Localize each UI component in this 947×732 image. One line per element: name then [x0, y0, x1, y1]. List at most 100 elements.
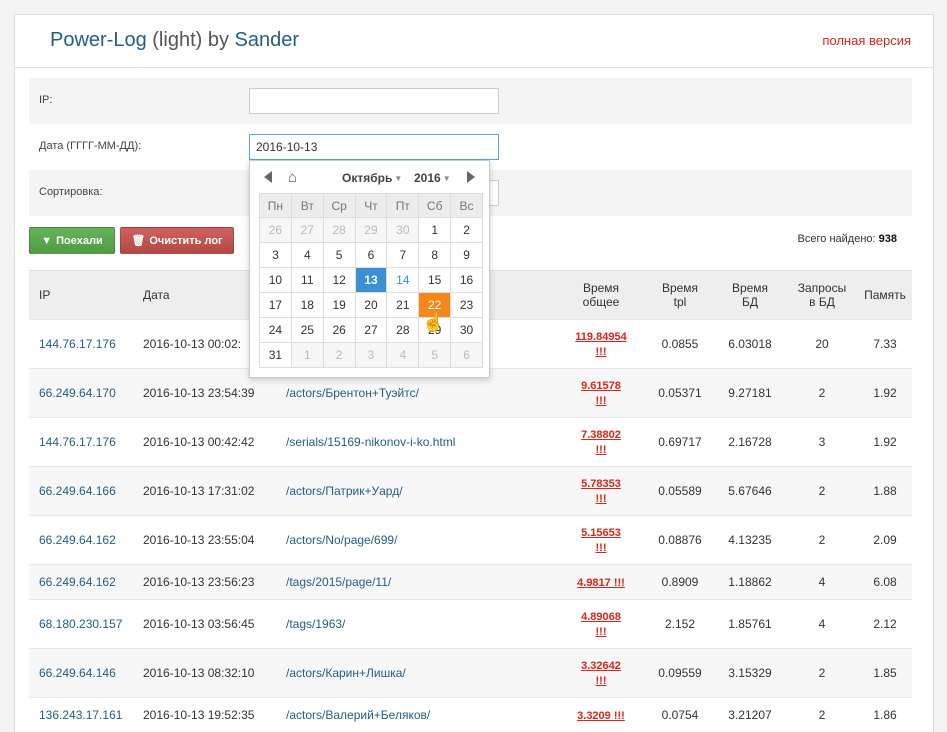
calendar-day[interactable]: 6 — [450, 342, 483, 368]
calendar-day[interactable]: 4 — [386, 342, 420, 368]
col-memory[interactable]: Память — [858, 270, 912, 320]
calendar-day[interactable]: 24 — [259, 317, 292, 343]
tpl-time-cell: 0.05371 — [646, 368, 714, 418]
url-link[interactable]: /tags/2015/page/11/ — [286, 575, 391, 589]
col-queries[interactable]: Запросы в БД — [786, 270, 858, 320]
total-time-link[interactable]: 119.84954!!! — [575, 331, 626, 358]
calendar-day[interactable]: 1 — [290, 342, 324, 368]
col-total-time[interactable]: Время общее — [556, 270, 646, 320]
year-select[interactable]: 2016 ▼ — [414, 171, 451, 185]
next-month-icon[interactable] — [467, 171, 475, 183]
url-link[interactable]: /actors/No/page/699/ — [286, 533, 397, 547]
calendar-day[interactable]: 25 — [290, 317, 324, 343]
clear-button-label: Очистить лог — [149, 234, 223, 247]
url-link[interactable]: /actors/Карин+Лишка/ — [286, 666, 406, 680]
date-input[interactable] — [249, 134, 499, 160]
calendar-day[interactable]: 14 — [386, 267, 420, 293]
filter-icon: ▼ — [41, 234, 53, 247]
calendar-day[interactable]: 28 — [322, 217, 356, 243]
home-icon[interactable]: ⌂ — [288, 169, 297, 186]
calendar-day[interactable]: 2 — [450, 217, 483, 243]
url-link[interactable]: /actors/Брентон+Туэйтс/ — [286, 386, 419, 400]
brand-title: Power-Log (light) by Sander — [50, 29, 299, 52]
col-tpl-time[interactable]: Время tpl — [646, 270, 714, 320]
clear-log-button[interactable]: 🗑 Очистить лог — [120, 227, 234, 254]
ip-link[interactable]: 66.249.64.146 — [39, 666, 116, 680]
ip-link[interactable]: 144.76.17.176 — [39, 435, 116, 449]
calendar-day[interactable]: 10 — [259, 267, 292, 293]
ip-link[interactable]: 66.249.64.170 — [39, 386, 116, 400]
db-time-cell: 5.67646 — [714, 466, 786, 516]
total-time-link[interactable]: 4.9817 !!! — [577, 577, 625, 589]
prev-month-icon[interactable] — [264, 171, 272, 183]
calendar-day[interactable]: 30 — [450, 317, 483, 343]
tpl-time-cell: 0.0855 — [646, 319, 714, 369]
total-time-link[interactable]: 4.89068!!! — [581, 611, 621, 638]
db-time-cell: 3.21207 — [714, 697, 786, 732]
url-link[interactable]: /actors/Патрик+Уард/ — [286, 484, 403, 498]
calendar-day[interactable]: 5 — [322, 242, 356, 268]
calendar-day[interactable]: 28 — [386, 317, 420, 343]
total-time-link[interactable]: 5.15653!!! — [581, 527, 621, 554]
calendar-day[interactable]: 18 — [290, 292, 324, 318]
weekday-header: Пт — [386, 193, 420, 218]
total-time-link[interactable]: 7.38802!!! — [581, 429, 621, 456]
calendar-day[interactable]: 26 — [322, 317, 356, 343]
url-link[interactable]: /tags/1963/ — [286, 617, 345, 631]
calendar-day[interactable]: 27 — [354, 317, 388, 343]
total-time-link[interactable]: 3.3209 !!! — [577, 710, 625, 722]
total-time-link[interactable]: 5.78353!!! — [581, 478, 621, 505]
url-link[interactable]: /serials/15169-nikonov-i-ko.html — [286, 435, 455, 449]
url-link[interactable]: /actors/Валерий+Беляков/ — [286, 708, 430, 722]
calendar-day[interactable]: 5 — [418, 342, 452, 368]
total-time-link[interactable]: 9.61578!!! — [581, 380, 621, 407]
calendar-day[interactable]: 7 — [386, 242, 420, 268]
calendar-day[interactable]: 12 — [322, 267, 356, 293]
ip-link[interactable]: 66.249.64.166 — [39, 484, 116, 498]
calendar-day[interactable]: 9 — [450, 242, 483, 268]
memory-cell: 1.86 — [858, 697, 912, 732]
calendar-day[interactable]: 20 — [354, 292, 388, 318]
calendar-day[interactable]: 29 — [354, 217, 388, 243]
calendar-day[interactable]: 27 — [290, 217, 324, 243]
weekday-header: Пн — [259, 193, 292, 218]
calendar-day[interactable]: 2 — [322, 342, 356, 368]
ip-link[interactable]: 68.180.230.157 — [39, 617, 122, 631]
go-button[interactable]: ▼ Поехали — [29, 227, 115, 254]
memory-cell: 6.08 — [858, 564, 912, 600]
calendar-day[interactable]: 26 — [259, 217, 292, 243]
ip-input[interactable] — [249, 88, 499, 114]
calendar-day[interactable]: 4 — [290, 242, 324, 268]
ip-link[interactable]: 66.249.64.162 — [39, 575, 116, 589]
datepicker-popup: ⌂ Октябрь ▼ 2016 ▼ Пн Вт Ср Чт Пт Сб Вс 26 27 28 29… — [249, 160, 490, 378]
calendar-day[interactable]: 19 — [322, 292, 356, 318]
tpl-time-cell: 0.8909 — [646, 564, 714, 600]
total-time-link[interactable]: 3.32642!!! — [581, 660, 621, 687]
calendar-day[interactable]: 17 — [259, 292, 292, 318]
col-db-time[interactable]: Время БД — [714, 270, 786, 320]
calendar-grid: Пн Вт Ср Чт Пт Сб Вс 26 27 28 29 30 1 2 3 4 5 6 7 8 9 10 11 12… — [259, 193, 483, 368]
calendar-day[interactable]: 3 — [354, 342, 388, 368]
calendar-day[interactable]: 6 — [354, 242, 388, 268]
header: Power-Log (light) by Sander полная верси… — [15, 15, 933, 68]
col-ip[interactable]: IP — [29, 270, 141, 320]
table-row: 68.180.230.157 2016-10-13 03:56:45/tags/1… — [29, 599, 912, 649]
calendar-day[interactable]: 21 — [386, 292, 420, 318]
calendar-day[interactable]: 13 — [354, 267, 388, 293]
calendar-day[interactable]: 30 — [386, 217, 420, 243]
ip-link[interactable]: 136.243.17.161 — [39, 708, 122, 722]
calendar-day[interactable]: 23 — [450, 292, 483, 318]
ip-link[interactable]: 66.249.64.162 — [39, 533, 116, 547]
calendar-day[interactable]: 31 — [259, 342, 292, 368]
calendar-day[interactable]: 3 — [259, 242, 292, 268]
month-select[interactable]: Октябрь ▼ — [342, 171, 402, 185]
calendar-day[interactable]: 16 — [450, 267, 483, 293]
memory-cell: 2.12 — [858, 599, 912, 649]
calendar-day[interactable]: 8 — [418, 242, 452, 268]
full-version-link[interactable]: полная версия — [822, 33, 911, 48]
calendar-day[interactable]: 11 — [290, 267, 324, 293]
calendar-day[interactable]: 15 — [418, 267, 452, 293]
calendar-day[interactable]: 1 — [418, 217, 452, 243]
ip-link[interactable]: 144.76.17.176 — [39, 337, 116, 351]
tpl-time-cell: 0.08876 — [646, 515, 714, 565]
